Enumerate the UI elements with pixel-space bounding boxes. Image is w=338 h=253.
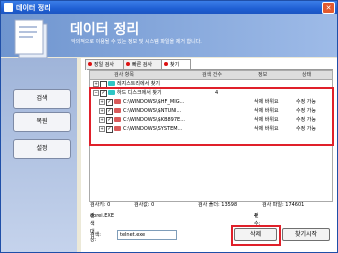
search-label: 검색: [90,232,101,238]
search-input[interactable]: telnet.exe [117,230,177,240]
grid-header: 검사 항목 검색 건수 정보 상태 [90,71,332,80]
target-value: dorei.EXE [90,213,114,219]
selection-highlight [89,87,334,146]
red-dot-icon [164,62,168,66]
app-icon [4,3,13,12]
page-title: 데이터 정리 [70,22,140,38]
sidebar: 검색 복원 설정 [1,58,77,252]
col-header-count[interactable]: 검색 건수 [202,71,222,79]
stat-keys: 검사키: 0 [90,202,111,208]
count-value: 4 [254,213,258,219]
window-title: 데이터 정리 [16,4,51,12]
close-button[interactable]: ✕ [322,2,335,14]
stat-values: 검사값: 0 [134,202,155,208]
page-subtitle: 악의적으로 이용될 수 있는 정보 및 시스템 파일을 제거 합니다. [71,39,202,45]
stat-folders: 검사 폴더: 13598 [198,202,238,208]
stat-files: 검사 파일: 174601 [262,202,305,208]
sidebar-item-search[interactable]: 검색 [13,89,71,109]
scan-stats: 검사키: 0 검사값: 0 검사 폴더: 13598 검사 파일: 174601 [90,201,330,209]
title-bar: 데이터 정리 ✕ [1,1,337,14]
col-header-item[interactable]: 검사 항목 [114,71,134,79]
find-start-button[interactable]: 찾기시작 [282,228,330,241]
col-header-info[interactable]: 정보 [258,71,267,79]
sidebar-item-settings[interactable]: 설정 [13,139,71,159]
document-logo-icon [14,19,48,59]
header-banner: 데이터 정리 악의적으로 이용될 수 있는 정보 및 시스템 파일을 제거 합니… [1,14,337,59]
folder-icon [108,81,115,86]
red-dot-icon [88,62,92,66]
col-header-state[interactable]: 상태 [302,71,311,79]
sidebar-item-restore[interactable]: 복원 [13,112,71,132]
search-target-info: 검색 대상: dorei.EXE 건수: 4 [90,213,261,243]
delete-button[interactable]: 삭제 [234,228,277,241]
red-dot-icon [126,62,130,66]
